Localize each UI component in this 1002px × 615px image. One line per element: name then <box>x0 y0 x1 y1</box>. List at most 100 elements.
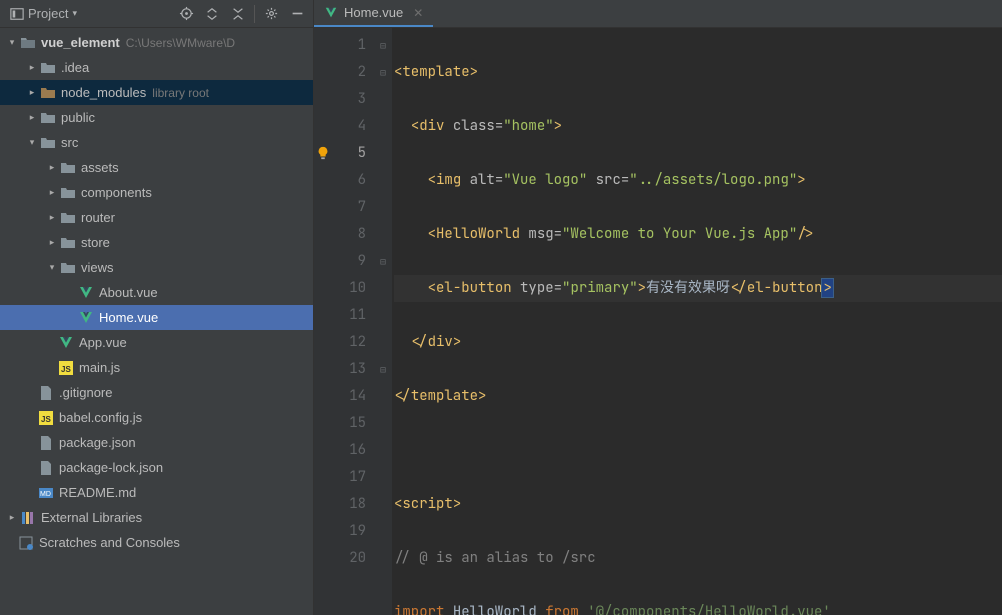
tree-item-views[interactable]: views <box>0 255 313 280</box>
line-number: 12 <box>314 329 366 356</box>
chevron-down-icon[interactable] <box>26 137 38 149</box>
code-content[interactable]: <template> <div class="home"> <img alt="… <box>392 28 1002 615</box>
json-icon <box>38 460 54 476</box>
line-number: 4 <box>314 113 366 140</box>
tree-item-babel[interactable]: JS babel.config.js <box>0 405 313 430</box>
chevron-right-icon[interactable] <box>46 212 58 224</box>
line-number: 18 <box>314 491 366 518</box>
fold-icon[interactable]: ⊟ <box>374 59 392 86</box>
json-icon <box>38 435 54 451</box>
line-number: 8 <box>314 221 366 248</box>
line-number: 14 <box>314 383 366 410</box>
md-icon: MD <box>38 485 54 501</box>
tree-node-label: Home.vue <box>99 310 158 325</box>
chevron-right-icon[interactable] <box>46 237 58 249</box>
code-editor[interactable]: 1 2 3 4 5 6 7 8 9 10 11 12 13 14 15 16 1… <box>314 28 1002 615</box>
tree-item-readme[interactable]: MD README.md <box>0 480 313 505</box>
chevron-right-icon[interactable] <box>46 187 58 199</box>
line-number: 3 <box>314 86 366 113</box>
expand-all-icon[interactable] <box>200 2 224 26</box>
file-icon <box>38 385 54 401</box>
tree-scratches[interactable]: Scratches and Consoles <box>0 530 313 555</box>
vue-icon <box>78 285 94 301</box>
chevron-right-icon[interactable] <box>26 112 38 124</box>
chevron-right-icon[interactable] <box>6 512 18 524</box>
project-dropdown[interactable]: Project ▾ <box>4 4 83 23</box>
fold-icon[interactable]: ⊟ <box>374 248 392 275</box>
scratches-icon <box>18 535 34 551</box>
tree-item-src[interactable]: src <box>0 130 313 155</box>
code-line: <img alt="Vue logo" src="../assets/logo.… <box>394 167 1002 194</box>
tree-item-about-vue[interactable]: About.vue <box>0 280 313 305</box>
bulb-icon[interactable] <box>316 146 330 160</box>
chevron-down-icon[interactable] <box>46 262 58 274</box>
folder-icon <box>60 210 76 226</box>
folder-icon <box>40 110 56 126</box>
tree-item-router[interactable]: router <box>0 205 313 230</box>
folder-icon <box>40 135 56 151</box>
tree-node-label: main.js <box>79 360 120 375</box>
js-icon: JS <box>58 360 74 376</box>
line-number: 20 <box>314 545 366 572</box>
tree-node-label: package-lock.json <box>59 460 163 475</box>
line-number: 13 <box>314 356 366 383</box>
chevron-down-icon: ▾ <box>72 8 77 19</box>
tree-node-label: README.md <box>59 485 136 500</box>
chevron-right-icon[interactable] <box>26 62 38 74</box>
tree-item-app-vue[interactable]: App.vue <box>0 330 313 355</box>
tree-root[interactable]: vue_element C:\Users\WMware\D <box>0 30 313 55</box>
line-gutter: 1 2 3 4 5 6 7 8 9 10 11 12 13 14 15 16 1… <box>314 28 374 615</box>
tree-node-label: views <box>81 260 114 275</box>
vue-icon <box>78 310 94 326</box>
tree-item-idea[interactable]: .idea <box>0 55 313 80</box>
folder-icon <box>20 35 36 51</box>
chevron-right-icon[interactable] <box>46 162 58 174</box>
tree-item-public[interactable]: public <box>0 105 313 130</box>
tree-node-label: src <box>61 135 78 150</box>
project-tree[interactable]: vue_element C:\Users\WMware\D .idea node… <box>0 28 314 615</box>
tree-item-package[interactable]: package.json <box>0 430 313 455</box>
project-icon <box>10 7 24 21</box>
chevron-down-icon[interactable] <box>6 37 18 49</box>
tree-item-gitignore[interactable]: .gitignore <box>0 380 313 405</box>
fold-icon[interactable]: ⊟ <box>374 356 392 383</box>
tree-item-mainjs[interactable]: JS main.js <box>0 355 313 380</box>
svg-text:JS: JS <box>41 415 51 424</box>
locate-icon[interactable] <box>174 2 198 26</box>
code-line: import HelloWorld from '@/components/Hel… <box>394 599 1002 615</box>
tree-item-node-modules[interactable]: node_modules library root <box>0 80 313 105</box>
code-line: // @ is an alias to /src <box>394 545 1002 572</box>
fold-icon[interactable]: ⊟ <box>374 32 392 59</box>
gear-icon[interactable] <box>259 2 283 26</box>
chevron-right-icon[interactable] <box>26 87 38 99</box>
tree-item-home-vue[interactable]: Home.vue <box>0 305 313 330</box>
line-number: 15 <box>314 410 366 437</box>
line-number: 16 <box>314 437 366 464</box>
folder-icon <box>60 185 76 201</box>
tree-hint: library root <box>152 86 209 100</box>
close-icon[interactable]: ✕ <box>413 6 423 20</box>
code-line: </div> <box>394 329 1002 356</box>
tree-node-label: External Libraries <box>41 510 142 525</box>
svg-text:JS: JS <box>61 365 71 374</box>
tree-node-label: node_modules <box>61 85 146 100</box>
tree-item-package-lock[interactable]: package-lock.json <box>0 455 313 480</box>
tree-node-label: assets <box>81 160 119 175</box>
editor-tabs: Home.vue ✕ <box>314 0 1002 27</box>
collapse-all-icon[interactable] <box>226 2 250 26</box>
line-number: 5 <box>314 140 366 167</box>
code-line: </template> <box>394 383 1002 410</box>
tab-home-vue[interactable]: Home.vue ✕ <box>314 0 433 27</box>
tree-node-label: vue_element <box>41 35 120 50</box>
hide-icon[interactable] <box>285 2 309 26</box>
line-number: 1 <box>314 32 366 59</box>
tree-item-assets[interactable]: assets <box>0 155 313 180</box>
tree-item-components[interactable]: components <box>0 180 313 205</box>
line-number: 17 <box>314 464 366 491</box>
fold-column: ⊟ ⊟ ⊟ ⊟ <box>374 28 392 615</box>
tree-item-store[interactable]: store <box>0 230 313 255</box>
tree-external-libraries[interactable]: External Libraries <box>0 505 313 530</box>
line-number: 6 <box>314 167 366 194</box>
code-line: <template> <box>394 59 1002 86</box>
js-icon: JS <box>38 410 54 426</box>
